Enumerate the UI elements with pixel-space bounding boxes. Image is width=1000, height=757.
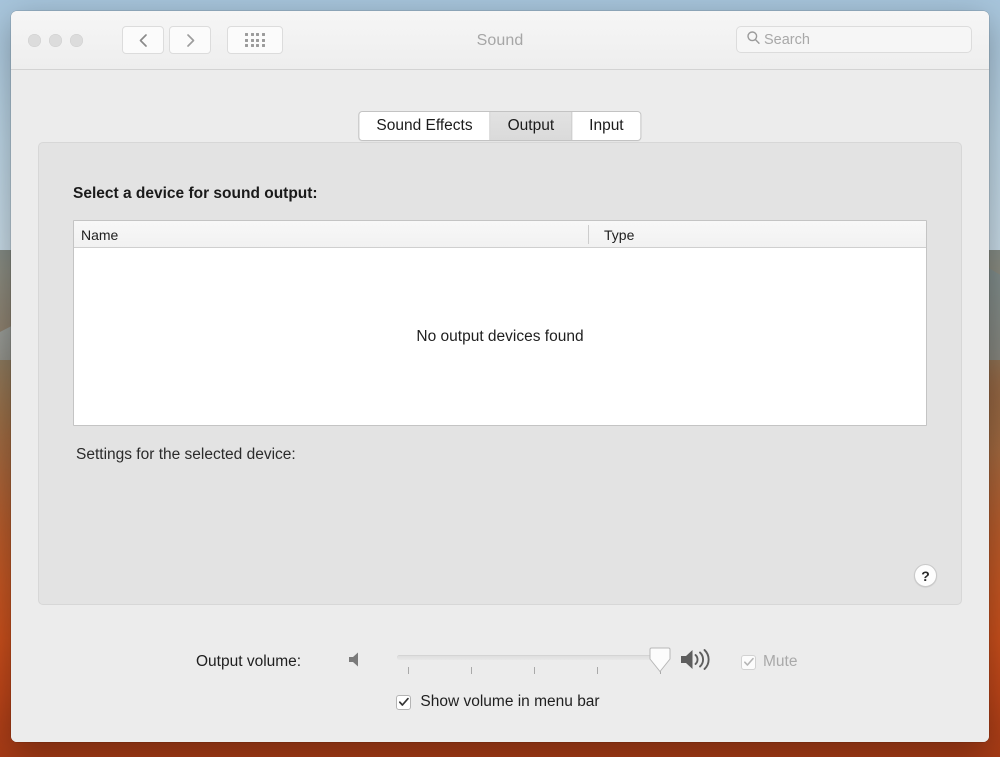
checkmark-icon <box>743 657 754 666</box>
column-header-type[interactable]: Type <box>596 221 634 248</box>
slider-tick <box>597 667 598 674</box>
window-titlebar: Sound Search <box>11 11 989 70</box>
sound-preferences-window: Sound Search Sound Effects Output Input <box>11 11 989 742</box>
desktop-background: Sound Search Sound Effects Output Input <box>0 0 1000 757</box>
search-icon <box>746 30 761 50</box>
tab-input[interactable]: Input <box>572 112 641 140</box>
column-header-name[interactable]: Name <box>81 221 118 248</box>
tab-output[interactable]: Output <box>490 112 573 140</box>
mute-option[interactable]: Mute <box>741 653 797 671</box>
slider-track[interactable] <box>397 655 665 660</box>
output-volume-label: Output volume: <box>196 653 302 670</box>
table-header-row: Name Type <box>74 221 926 248</box>
search-input[interactable]: Search <box>764 32 810 48</box>
speaker-low-icon <box>346 649 368 676</box>
mute-label: Mute <box>763 653 798 670</box>
slider-tick <box>471 667 472 674</box>
mute-checkbox[interactable] <box>741 654 756 670</box>
output-volume-row: Output volume: Mute <box>11 643 989 681</box>
settings-for-device-label: Settings for the selected device: <box>76 446 296 463</box>
show-volume-in-menu-bar-option[interactable]: Show volume in menu bar <box>11 693 989 711</box>
output-device-table[interactable]: Name Type No output devices found <box>73 220 927 426</box>
output-settings-panel: Select a device for sound output: Name T… <box>38 142 962 605</box>
slider-thumb[interactable] <box>649 647 671 673</box>
output-volume-slider[interactable] <box>397 645 671 679</box>
speaker-high-icon <box>679 647 717 678</box>
search-field[interactable]: Search <box>736 26 972 53</box>
help-button[interactable]: ? <box>914 564 937 587</box>
slider-tick <box>408 667 409 674</box>
checkmark-icon <box>398 697 409 706</box>
select-device-label: Select a device for sound output: <box>73 185 318 202</box>
show-volume-label: Show volume in menu bar <box>420 693 600 710</box>
window-content: Sound Effects Output Input Select a devi… <box>11 70 989 742</box>
tab-sound-effects[interactable]: Sound Effects <box>359 112 491 140</box>
slider-tick <box>534 667 535 674</box>
empty-table-message: No output devices found <box>416 327 584 345</box>
show-volume-checkbox[interactable] <box>396 694 412 710</box>
column-divider[interactable] <box>588 225 589 244</box>
tab-bar: Sound Effects Output Input <box>358 111 642 141</box>
